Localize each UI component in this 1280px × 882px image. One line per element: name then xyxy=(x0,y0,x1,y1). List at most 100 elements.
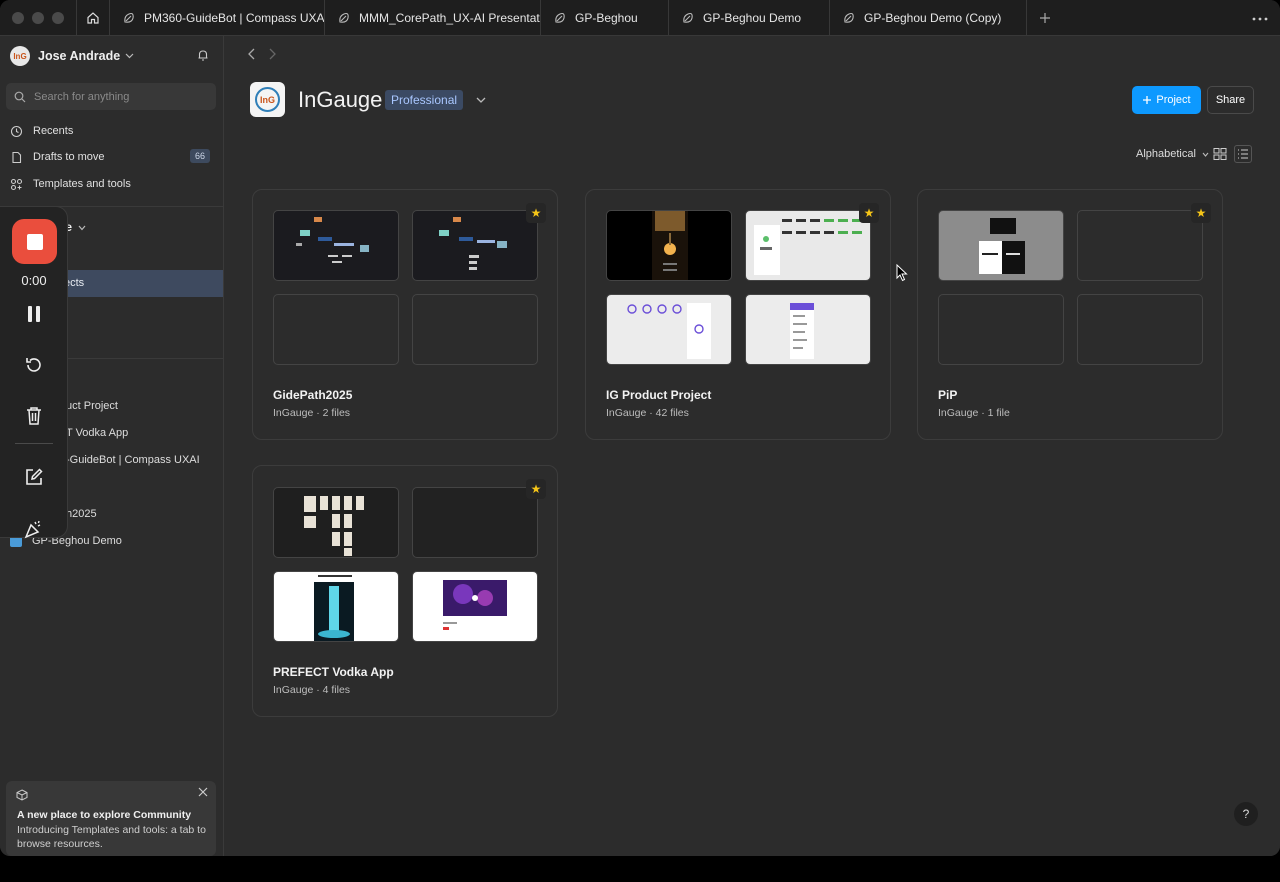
nav-label: Recents xyxy=(33,125,74,137)
nav-templates[interactable]: Templates and tools xyxy=(10,173,214,195)
draft-icon xyxy=(844,12,854,23)
avatar: InG xyxy=(10,46,30,66)
community-icon xyxy=(16,789,28,801)
more-options-button[interactable] xyxy=(1252,8,1268,26)
star-icon[interactable]: ★ xyxy=(526,203,546,223)
minimize-window-button[interactable] xyxy=(32,11,44,24)
sort-dropdown[interactable]: Alphabetical xyxy=(1136,148,1209,160)
tab-label: MMM_CorePath_UX-AI Presentatio xyxy=(359,10,541,25)
project-name: IG Product Project xyxy=(606,388,712,402)
close-window-button[interactable] xyxy=(12,11,24,24)
forward-icon[interactable] xyxy=(268,48,276,60)
file-thumbnail[interactable] xyxy=(938,210,1064,281)
project-meta: InGauge · 42 files xyxy=(606,407,689,419)
draft-icon xyxy=(124,12,134,23)
restart-button[interactable] xyxy=(22,353,46,377)
tab-gp-beghou-demo-copy[interactable]: GP-Beghou Demo (Copy) xyxy=(830,0,1027,36)
plus-icon xyxy=(1143,96,1152,104)
file-thumbnail[interactable] xyxy=(745,210,871,281)
empty-thumbnail xyxy=(1077,294,1203,365)
help-label: ? xyxy=(1242,807,1250,821)
annotate-button[interactable] xyxy=(22,465,46,489)
empty-thumbnail xyxy=(1077,210,1203,281)
bell-icon xyxy=(198,50,208,61)
search-input[interactable] xyxy=(34,90,204,103)
plus-icon xyxy=(1040,12,1050,23)
file-thumbnail[interactable] xyxy=(273,487,399,558)
community-body: Introducing Templates and tools: a tab t… xyxy=(17,824,206,850)
starred-item-gidepath[interactable]: h2025 xyxy=(66,508,97,520)
nav-drafts[interactable]: Drafts to move 66 xyxy=(10,146,214,168)
project-card-gidepath2025[interactable]: ★ GidePath2025 InGauge · 2 files xyxy=(252,189,558,440)
drafts-count-badge: 66 xyxy=(189,149,210,163)
new-tab-button[interactable] xyxy=(1027,0,1063,36)
file-thumbnail[interactable] xyxy=(273,571,399,642)
user-name: Jose Andrade xyxy=(38,49,121,63)
starred-item-label: h2025 xyxy=(66,508,97,520)
star-icon[interactable]: ★ xyxy=(1191,203,1211,223)
templates-icon xyxy=(10,178,23,190)
account-switcher[interactable]: InG Jose Andrade xyxy=(10,46,216,66)
main-content: InG InGauge Professional Project Share A… xyxy=(224,36,1280,856)
starred-item-ig-product[interactable]: uct Project xyxy=(66,400,118,412)
file-icon xyxy=(12,151,22,163)
star-icon[interactable]: ★ xyxy=(526,479,546,499)
file-thumbnail[interactable] xyxy=(745,294,871,365)
file-thumbnail[interactable] xyxy=(412,571,538,642)
community-title: A new place to explore Community xyxy=(17,809,192,821)
share-button[interactable]: Share xyxy=(1207,86,1254,114)
stop-icon xyxy=(26,233,43,250)
file-thumbnail[interactable] xyxy=(412,487,538,558)
help-button[interactable]: ? xyxy=(1234,802,1258,826)
sort-label: Alphabetical xyxy=(1136,148,1196,160)
starred-item-pm360-guidebot[interactable]: -GuideBot | Compass UXAI xyxy=(66,454,200,466)
draft-icon xyxy=(339,12,349,23)
new-project-button[interactable]: Project xyxy=(1132,86,1201,114)
list-view-button[interactable] xyxy=(1234,145,1252,163)
tab-pm360-guidebot[interactable]: PM360-GuideBot | Compass UXAI xyxy=(110,0,325,36)
file-thumbnail[interactable] xyxy=(606,294,732,365)
home-tab[interactable] xyxy=(76,0,110,36)
search-bar[interactable] xyxy=(6,83,216,110)
close-icon[interactable] xyxy=(198,787,208,797)
tab-gp-beghou[interactable]: GP-Beghou xyxy=(541,0,669,36)
maximize-window-button[interactable] xyxy=(52,11,64,24)
file-thumbnail[interactable] xyxy=(412,210,538,281)
chevron-down-icon[interactable] xyxy=(476,97,486,104)
project-card-pip[interactable]: ★ PiP InGauge · 1 file xyxy=(917,189,1223,440)
grid-view-icon[interactable] xyxy=(1212,147,1228,161)
button-label: Project xyxy=(1156,94,1191,106)
file-thumbnail[interactable] xyxy=(606,210,732,281)
tab-label: GP-Beghou Demo xyxy=(703,10,802,25)
draft-icon xyxy=(683,12,693,23)
pause-button[interactable] xyxy=(22,302,46,326)
back-icon[interactable] xyxy=(248,48,256,60)
project-meta: InGauge · 4 files xyxy=(273,684,351,696)
file-thumbnail[interactable] xyxy=(273,210,399,281)
button-label: Share xyxy=(1215,94,1246,106)
history-nav xyxy=(248,48,276,60)
delete-recording-button[interactable] xyxy=(22,404,46,428)
notifications-button[interactable] xyxy=(196,48,210,65)
tab-bar: PM360-GuideBot | Compass UXAI MMM_CorePa… xyxy=(0,0,1280,36)
starred-item-prefect-vodka[interactable]: T Vodka App xyxy=(66,427,128,439)
star-icon[interactable]: ★ xyxy=(859,203,879,223)
project-card-prefect-vodka[interactable]: ★ PREFECT Vodka App InGauge · 4 files xyxy=(252,465,558,717)
community-banner: A new place to explore Community Introdu… xyxy=(6,781,216,856)
project-meta: InGauge · 2 files xyxy=(273,407,351,419)
recorder-divider xyxy=(15,443,53,444)
project-card-ig-product[interactable]: ★ IG Product Project InGauge · 42 files xyxy=(585,189,891,440)
nav-recents[interactable]: Recents xyxy=(10,120,214,142)
clock-icon xyxy=(10,125,23,137)
tab-label: GP-Beghou xyxy=(575,10,638,25)
tab-mmm-corepath[interactable]: MMM_CorePath_UX-AI Presentatio xyxy=(325,0,541,36)
nav-label: Drafts to move xyxy=(33,151,105,163)
edit-icon xyxy=(26,468,43,485)
trash-icon xyxy=(27,407,41,425)
draft-icon xyxy=(555,12,565,23)
stop-recording-button[interactable] xyxy=(12,219,57,264)
app-window: PM360-GuideBot | Compass UXAI MMM_CorePa… xyxy=(0,0,1280,856)
tab-gp-beghou-demo[interactable]: GP-Beghou Demo xyxy=(669,0,830,36)
project-name: GidePath2025 xyxy=(273,388,353,402)
effects-button[interactable] xyxy=(22,517,46,541)
